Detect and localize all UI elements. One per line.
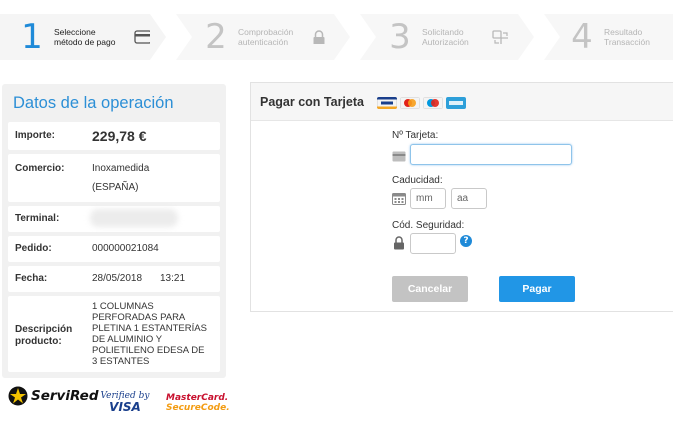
pedido-label: Pedido: xyxy=(15,243,52,254)
step-1: 1 Seleccione método de pago xyxy=(18,14,134,60)
step-3-number: 3 xyxy=(389,17,411,57)
maestro-card-icon xyxy=(423,97,443,109)
row-pedido: Pedido: 000000021084 xyxy=(8,236,220,262)
comercio-name: Inoxamedida xyxy=(92,163,150,174)
card-number-input[interactable] xyxy=(410,144,572,165)
card-payment-title: Pagar con Tarjeta xyxy=(260,95,364,109)
transfer-icon xyxy=(492,30,508,44)
calendar-icon xyxy=(392,193,406,205)
step-3: 3 Solicitando Autorización xyxy=(386,14,502,60)
lock-icon xyxy=(313,30,325,44)
operation-details-panel: Datos de la operación Importe: 229,78 € … xyxy=(2,84,226,378)
step-1-number: 1 xyxy=(21,17,43,57)
step-2-label: Comprobación autenticación xyxy=(238,27,294,47)
servired-logo: ServiRed xyxy=(8,386,99,406)
step-4-label: Resultado Transacción xyxy=(604,27,650,47)
mastercard-securecode-logo: MasterCard. SecureCode. xyxy=(166,393,230,413)
importe-label: Importe: xyxy=(15,130,55,141)
row-importe: Importe: 229,78 € xyxy=(8,122,220,150)
step-1-label: Seleccione método de pago xyxy=(54,27,116,47)
importe-value: 229,78 € xyxy=(92,128,147,144)
step-2-number: 2 xyxy=(205,17,227,57)
descripcion-value: 1 COLUMNAS PERFORADAS PARA PLETINA 1 EST… xyxy=(92,301,207,367)
mastercard-card-icon xyxy=(400,97,420,109)
comercio-country: (ESPAÑA) xyxy=(92,182,139,193)
fecha-label: Fecha: xyxy=(15,273,48,284)
visa-card-icon xyxy=(377,97,397,109)
cancel-button[interactable]: Cancelar xyxy=(392,276,468,302)
row-fecha: Fecha: 28/05/2018 13:21 xyxy=(8,266,220,292)
step-4-number: 4 xyxy=(571,17,593,57)
row-comercio: Comercio: Inoxamedida (ESPAÑA) xyxy=(8,154,220,202)
servired-star-icon xyxy=(8,386,28,406)
terminal-label: Terminal: xyxy=(15,213,60,224)
card-payment-panel: Pagar con Tarjeta Nº Tarjeta: Caducidad:… xyxy=(250,82,673,312)
card-icon xyxy=(392,151,406,162)
terminal-redacted xyxy=(90,209,178,227)
expiry-label: Caducidad: xyxy=(392,175,443,186)
row-descripcion: Descripción producto: 1 COLUMNAS PERFORAD… xyxy=(8,296,220,372)
help-icon[interactable]: ? xyxy=(460,235,472,247)
card-number-label: Nº Tarjeta: xyxy=(392,130,439,141)
cvv-label: Cód. Seguridad: xyxy=(392,220,465,231)
comercio-label: Comercio: xyxy=(15,163,65,174)
descripcion-label: Descripción producto: xyxy=(15,324,73,347)
expiry-year-input[interactable] xyxy=(451,188,487,209)
expiry-month-input[interactable] xyxy=(410,188,446,209)
cvv-input[interactable] xyxy=(410,233,456,254)
step-4: 4 Resultado Transacción xyxy=(568,14,664,60)
pedido-value: 000000021084 xyxy=(92,243,159,254)
amex-card-icon xyxy=(446,97,466,109)
pay-button[interactable]: Pagar xyxy=(499,276,575,302)
lock-icon xyxy=(394,236,404,250)
card-payment-header: Pagar con Tarjeta xyxy=(251,83,673,121)
step-2: 2 Comprobación autenticación xyxy=(202,14,318,60)
verified-by-visa-logo: Verified by VISA xyxy=(100,391,150,414)
row-terminal: Terminal: xyxy=(8,206,220,232)
step-3-label: Solicitando Autorización xyxy=(422,27,469,47)
card-icon xyxy=(134,30,150,44)
operation-title: Datos de la operación xyxy=(13,94,174,112)
progress-steps: 1 Seleccione método de pago 2 Comprobació… xyxy=(0,0,673,74)
fecha-time: 13:21 xyxy=(160,273,186,284)
accepted-cards xyxy=(377,97,466,109)
fecha-date: 28/05/2018 xyxy=(92,273,143,284)
